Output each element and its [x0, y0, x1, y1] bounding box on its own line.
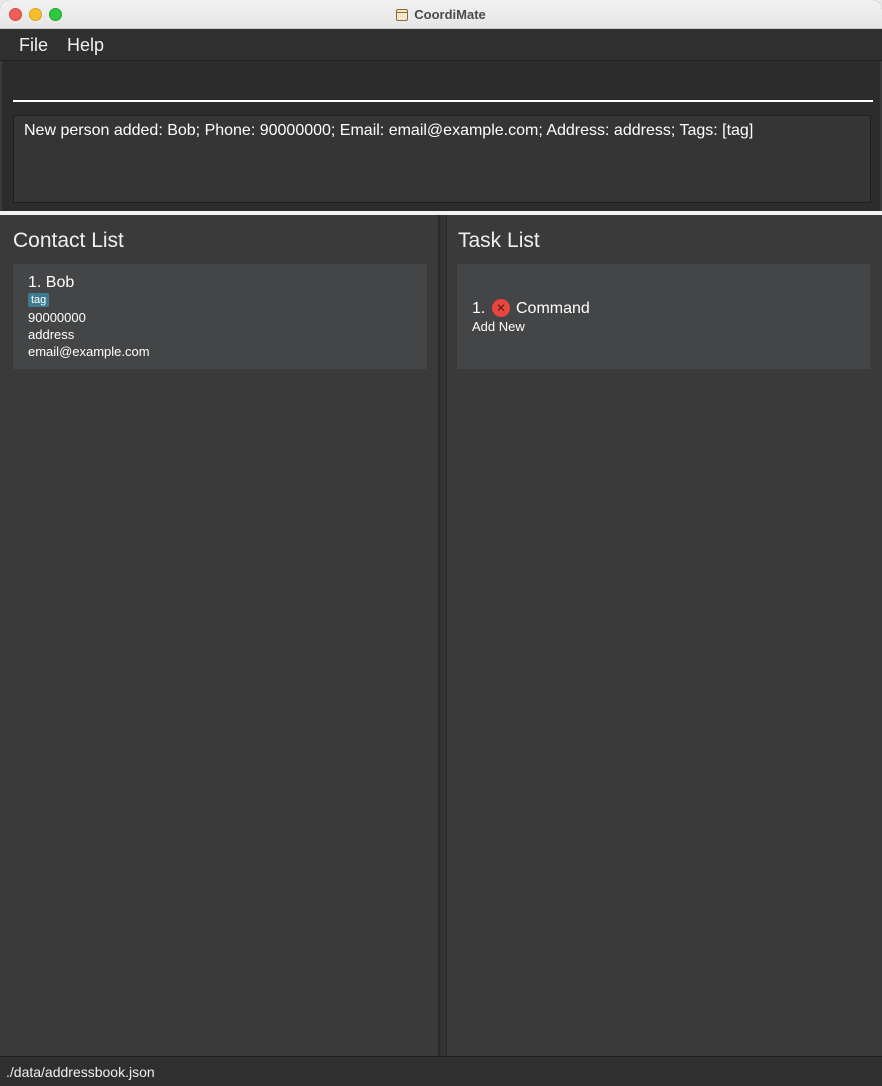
command-area: New person added: Bob; Phone: 90000000; …: [2, 61, 880, 211]
task-list-title: Task List: [458, 229, 540, 252]
window-title: CoordiMate: [414, 7, 486, 22]
app-window: CoordiMate File Help New person added: B…: [0, 0, 882, 1086]
menu-help[interactable]: Help: [67, 35, 104, 56]
task-name: Command: [516, 300, 590, 317]
result-display: New person added: Bob; Phone: 90000000; …: [13, 115, 871, 203]
task-index: 1.: [472, 300, 486, 317]
menu-file[interactable]: File: [19, 35, 48, 56]
window-title-group: CoordiMate: [0, 0, 882, 29]
title-bar: CoordiMate: [0, 0, 882, 29]
task-description: Add New: [472, 319, 525, 334]
x-circle-icon: ✕: [492, 299, 510, 317]
contact-card[interactable]: 1. Bob tag 90000000 address email@exampl…: [13, 264, 427, 369]
menu-bar: File Help: [0, 29, 882, 61]
save-location: ./data/addressbook.json: [6, 1064, 155, 1080]
contact-address: address: [28, 327, 75, 342]
contact-list-panel: Contact List 1. Bob tag 90000000 address…: [2, 215, 439, 1056]
command-input[interactable]: [13, 71, 873, 102]
contact-phone: 90000000: [28, 310, 86, 325]
calendar-icon: [396, 8, 409, 21]
status-bar: ./data/addressbook.json: [0, 1056, 882, 1086]
task-card[interactable]: 1. ✕ Command Add New: [457, 264, 870, 369]
task-list-panel: Task List 1. ✕ Command Add New: [447, 215, 880, 1056]
result-text: New person added: Bob; Phone: 90000000; …: [24, 122, 754, 139]
contact-name: 1. Bob: [28, 274, 75, 291]
lists-area: Contact List 1. Bob tag 90000000 address…: [2, 215, 880, 1056]
split-pane-divider[interactable]: [439, 215, 447, 1056]
contact-email: email@example.com: [28, 344, 150, 359]
contact-tag: tag: [28, 293, 50, 307]
contact-list-title: Contact List: [13, 229, 124, 252]
